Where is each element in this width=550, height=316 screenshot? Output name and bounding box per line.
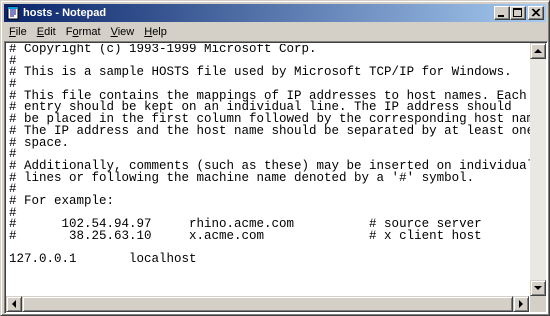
caption-buttons bbox=[494, 6, 544, 20]
horizontal-scroll-thumb[interactable] bbox=[22, 296, 513, 312]
text-line[interactable] bbox=[9, 266, 531, 278]
arrow-right-icon bbox=[519, 300, 523, 308]
text-line[interactable]: # The IP address and the host name shoul… bbox=[9, 125, 531, 138]
close-icon bbox=[531, 8, 541, 17]
menu-edit[interactable]: Edit bbox=[32, 24, 61, 40]
vertical-scrollbar[interactable] bbox=[530, 43, 546, 296]
size-grip[interactable] bbox=[530, 296, 546, 312]
document-text[interactable]: # Copyright (c) 1993-1999 Microsoft Corp… bbox=[7, 44, 531, 299]
menu-format[interactable]: Format bbox=[61, 24, 106, 40]
horizontal-scrollbar[interactable] bbox=[6, 296, 529, 312]
arrow-down-icon bbox=[534, 286, 542, 290]
scroll-up-button[interactable] bbox=[530, 43, 546, 59]
scroll-down-button[interactable] bbox=[530, 280, 546, 296]
scroll-left-button[interactable] bbox=[6, 296, 22, 312]
title-bar[interactable]: hosts - Notepad bbox=[4, 4, 546, 22]
minimize-button[interactable] bbox=[494, 6, 510, 20]
text-line[interactable]: # This is a sample HOSTS file used by Mi… bbox=[9, 66, 531, 79]
text-line[interactable]: # For example: bbox=[9, 195, 531, 208]
text-line[interactable]: # 38.25.63.10 x.acme.com # x client host bbox=[9, 230, 531, 243]
text-editor[interactable]: # Copyright (c) 1993-1999 Microsoft Corp… bbox=[4, 41, 548, 314]
text-line[interactable]: # Copyright (c) 1993-1999 Microsoft Corp… bbox=[9, 44, 531, 56]
notepad-window: hosts - Notepad File Edit Format View He… bbox=[0, 0, 550, 316]
maximize-icon bbox=[513, 8, 522, 17]
window-title: hosts - Notepad bbox=[23, 7, 107, 19]
minimize-icon bbox=[498, 15, 504, 17]
arrow-up-icon bbox=[534, 49, 542, 53]
arrow-left-icon bbox=[12, 300, 16, 308]
menu-view[interactable]: View bbox=[106, 24, 140, 40]
maximize-button[interactable] bbox=[510, 6, 526, 20]
scroll-right-button[interactable] bbox=[513, 296, 529, 312]
text-line[interactable]: 127.0.0.1 localhost bbox=[9, 253, 531, 266]
close-button[interactable] bbox=[528, 6, 544, 20]
menu-file[interactable]: File bbox=[4, 24, 32, 40]
text-line[interactable]: # lines or following the machine name de… bbox=[9, 171, 531, 185]
notepad-icon[interactable] bbox=[6, 6, 20, 20]
menu-bar: File Edit Format View Help bbox=[4, 23, 546, 41]
text-line[interactable]: # space. bbox=[9, 136, 531, 150]
menu-help[interactable]: Help bbox=[139, 24, 172, 40]
